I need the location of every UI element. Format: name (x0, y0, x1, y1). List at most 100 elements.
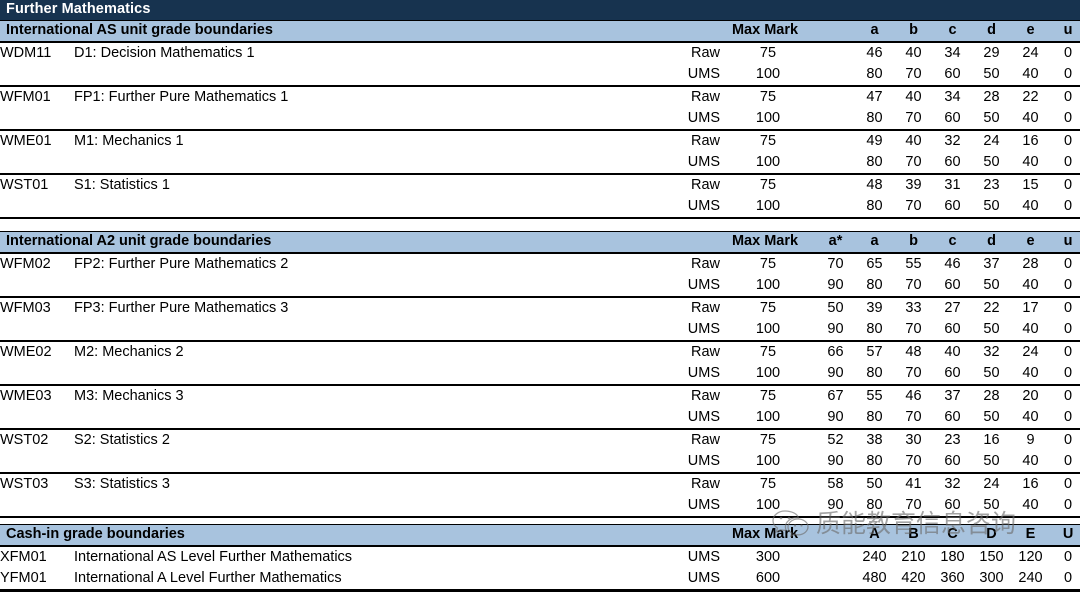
grade-value: 0 (1050, 407, 1080, 429)
grade-boundaries-table: Further Mathematics International AS unit… (0, 0, 1080, 592)
grade-value: 420 (894, 568, 933, 592)
section-heading: International AS unit grade boundaries (0, 20, 720, 43)
grade-value: 60 (933, 64, 972, 86)
grade-value: 90 (816, 451, 855, 473)
grade-value: 70 (894, 108, 933, 130)
unit-title-blank (74, 319, 658, 341)
column-header-spacer (816, 524, 855, 547)
max-mark-value: 100 (720, 363, 816, 385)
max-mark-value: 100 (720, 495, 816, 517)
grade-value: 80 (855, 196, 894, 218)
grade-value: 60 (933, 451, 972, 473)
grade-value: 41 (894, 472, 933, 495)
grade-value: 60 (933, 495, 972, 517)
grade-value: 46 (894, 384, 933, 407)
grade-value: 50 (972, 64, 1011, 86)
grade-value: 50 (816, 296, 855, 319)
grade-value: 60 (933, 407, 972, 429)
grade-value: 70 (894, 152, 933, 174)
grade-value: 17 (1011, 296, 1050, 319)
grade-value: 50 (972, 451, 1011, 473)
grade-value: 0 (1050, 152, 1080, 174)
grade-value: 40 (1011, 407, 1050, 429)
grade-value: 24 (972, 472, 1011, 495)
max-mark-value: 75 (720, 129, 816, 152)
unit-code-blank (0, 152, 74, 174)
row-type-label: UMS (658, 568, 720, 592)
grade-value: 60 (933, 108, 972, 130)
grade-value: 49 (855, 129, 894, 152)
max-mark-value: 300 (720, 546, 816, 568)
row-type-label: Raw (658, 253, 720, 275)
grade-value: 37 (933, 384, 972, 407)
grade-value: 40 (1011, 319, 1050, 341)
grade-value: 90 (816, 363, 855, 385)
unit-code-blank (0, 363, 74, 385)
grade-value: 0 (1050, 568, 1080, 592)
column-header-grade-C: C (933, 524, 972, 547)
max-mark-value: 100 (720, 451, 816, 473)
max-mark-value: 100 (720, 152, 816, 174)
grade-value: 50 (972, 275, 1011, 297)
table-row: WFM01 FP1: Further Pure Mathematics 1 Raw 7… (0, 85, 1080, 108)
grade-value: 16 (1011, 472, 1050, 495)
column-header-max-mark: Max Mark (720, 20, 816, 43)
spacer-cell (0, 219, 1080, 232)
grade-value: 40 (894, 129, 933, 152)
max-mark-value: 75 (720, 472, 816, 495)
unit-title-blank (74, 64, 658, 86)
table-row: WME03 M3: Mechanics 3 Raw 75 67 55 46 37 28 20 0 (0, 384, 1080, 407)
unit-title: D1: Decision Mathematics 1 (74, 42, 658, 64)
table-row: WFM03 FP3: Further Pure Mathematics 3 Raw 7… (0, 296, 1080, 319)
max-mark-value: 100 (720, 319, 816, 341)
unit-code-blank (0, 196, 74, 218)
grade-value: 80 (855, 108, 894, 130)
unit-code: WFM01 (0, 85, 74, 108)
table-row: YFM01 International A Level Further Mathe… (0, 568, 1080, 592)
max-mark-value: 75 (720, 85, 816, 108)
grade-value: 360 (933, 568, 972, 592)
grade-value: 0 (1050, 472, 1080, 495)
table-row: UMS 100 80 70 60 50 40 0 (0, 64, 1080, 86)
column-header-grade-a: a (855, 20, 894, 43)
grade-value: 90 (816, 319, 855, 341)
unit-title: M3: Mechanics 3 (74, 384, 658, 407)
grade-value: 16 (1011, 129, 1050, 152)
table-row: UMS 100 90 80 70 60 50 40 0 (0, 451, 1080, 473)
column-header-max-mark: Max Mark (720, 231, 816, 254)
grade-value: 90 (816, 407, 855, 429)
max-mark-value: 75 (720, 428, 816, 451)
grade-value: 0 (1050, 384, 1080, 407)
table-row: UMS 100 90 80 70 60 50 40 0 (0, 275, 1080, 297)
grade-value: 0 (1050, 129, 1080, 152)
table-row: UMS 100 90 80 70 60 50 40 0 (0, 407, 1080, 429)
max-mark-value: 100 (720, 196, 816, 218)
grade-boundaries-sheet: Further Mathematics International AS unit… (0, 0, 1080, 592)
unit-title-blank (74, 363, 658, 385)
grade-value: 37 (972, 253, 1011, 275)
grade-value: 28 (972, 85, 1011, 108)
page-title: Further Mathematics (0, 0, 1080, 21)
unit-code: WFM02 (0, 253, 74, 275)
grade-value: 0 (1050, 340, 1080, 363)
table-row: WDM11 D1: Decision Mathematics 1 Raw 75 46 40… (0, 42, 1080, 64)
grade-value: 28 (1011, 253, 1050, 275)
row-type-label: Raw (658, 129, 720, 152)
row-type-label: Raw (658, 85, 720, 108)
unit-code: WME01 (0, 129, 74, 152)
unit-title-blank (74, 196, 658, 218)
max-mark-value: 75 (720, 296, 816, 319)
grade-value: 50 (972, 495, 1011, 517)
grade-value: 39 (855, 296, 894, 319)
grade-value: 40 (1011, 152, 1050, 174)
unit-title-blank (74, 495, 658, 517)
unit-title: FP3: Further Pure Mathematics 3 (74, 296, 658, 319)
max-mark-value: 100 (720, 275, 816, 297)
grade-value: 90 (816, 275, 855, 297)
column-header-grade-D: D (972, 524, 1011, 547)
grade-value: 50 (972, 319, 1011, 341)
grade-value: 50 (972, 363, 1011, 385)
grade-value: 0 (1050, 253, 1080, 275)
row-type-label: UMS (658, 495, 720, 517)
grade-value: 0 (1050, 428, 1080, 451)
